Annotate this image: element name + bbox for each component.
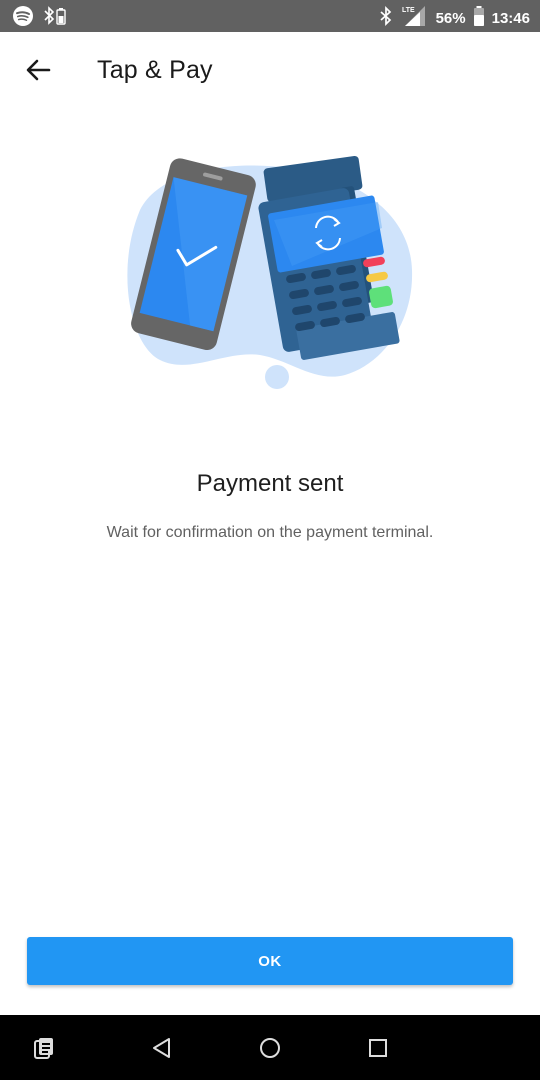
bluetooth-battery-icon	[42, 5, 68, 32]
arrow-left-icon	[25, 58, 51, 87]
status-time: 13:46	[491, 9, 530, 27]
overview-square-icon[interactable]	[363, 1033, 393, 1063]
payment-message: Wait for confirmation on the payment ter…	[106, 524, 434, 541]
spotify-icon	[12, 5, 34, 32]
battery-percentage: 56%	[435, 9, 466, 27]
recents-app-icon[interactable]	[29, 1033, 59, 1063]
home-circle-icon[interactable]	[255, 1033, 285, 1063]
blob-dot	[265, 365, 289, 389]
back-button[interactable]	[16, 52, 60, 92]
payment-illustration	[120, 150, 420, 400]
back-triangle-icon[interactable]	[147, 1033, 177, 1063]
battery-icon	[473, 5, 485, 32]
ok-button[interactable]: OK	[27, 937, 513, 985]
payment-headline: Payment sent	[196, 470, 344, 497]
signal-icon: LTE	[401, 4, 429, 33]
app-bar: Tap & Pay	[0, 32, 540, 110]
navigation-bar	[0, 1015, 540, 1080]
page-title: Tap & Pay	[97, 56, 213, 84]
bluetooth-icon	[378, 5, 394, 32]
svg-text:LTE: LTE	[402, 7, 415, 14]
status-bar: LTE 56% 13:46	[0, 0, 540, 32]
